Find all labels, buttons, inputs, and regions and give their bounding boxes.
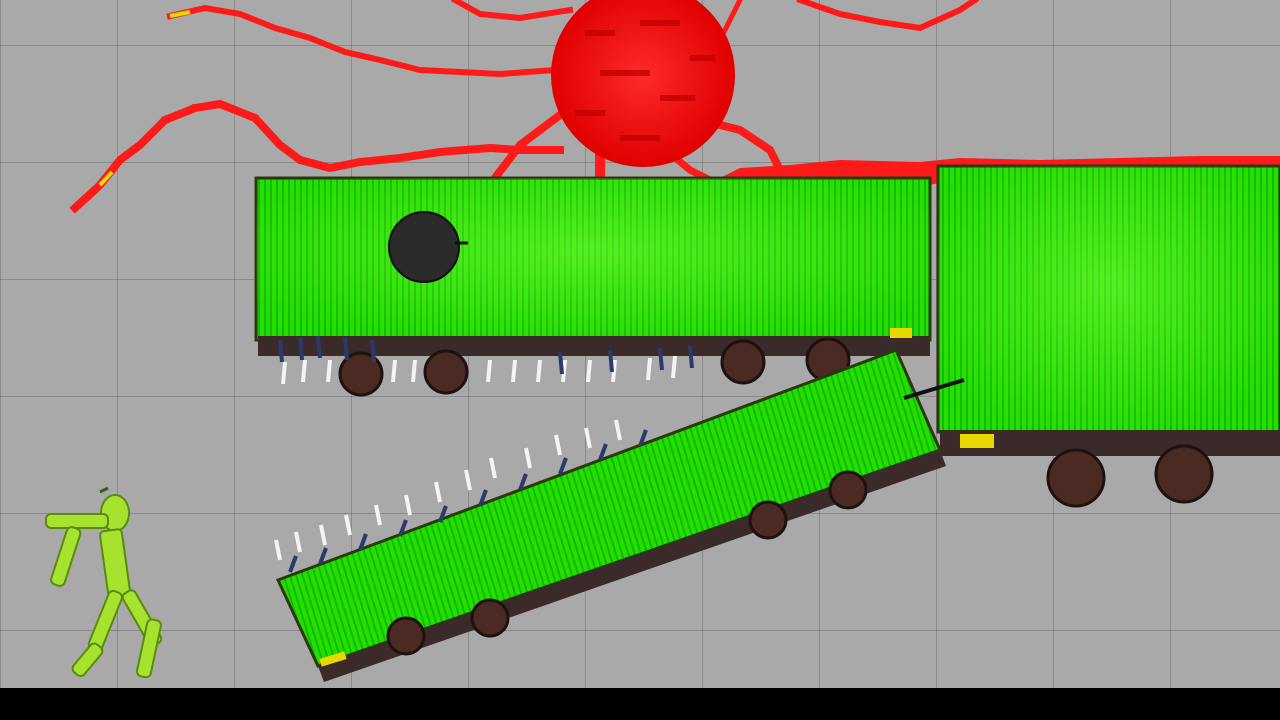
top-hazard-stripe <box>890 328 912 338</box>
letterbox-bar <box>0 688 1280 720</box>
sandbox-world[interactable] <box>0 0 1280 688</box>
melon-ragdoll[interactable] <box>45 486 163 679</box>
bomb-icon[interactable] <box>388 211 460 283</box>
green-container-rear[interactable] <box>936 164 1280 508</box>
melon-leg-back[interactable] <box>87 589 123 652</box>
melon-arm-lower[interactable] <box>50 526 82 587</box>
melon-torso[interactable] <box>99 528 131 598</box>
melon-arm-upper[interactable] <box>45 513 109 529</box>
melon-shin-back[interactable] <box>70 642 104 679</box>
creature-spike-tips <box>98 10 191 187</box>
scene-canvas[interactable] <box>0 0 1280 688</box>
green-container-top[interactable] <box>254 176 932 397</box>
rear-hazard-stripe <box>960 434 994 448</box>
green-container-jaw[interactable] <box>274 348 965 682</box>
